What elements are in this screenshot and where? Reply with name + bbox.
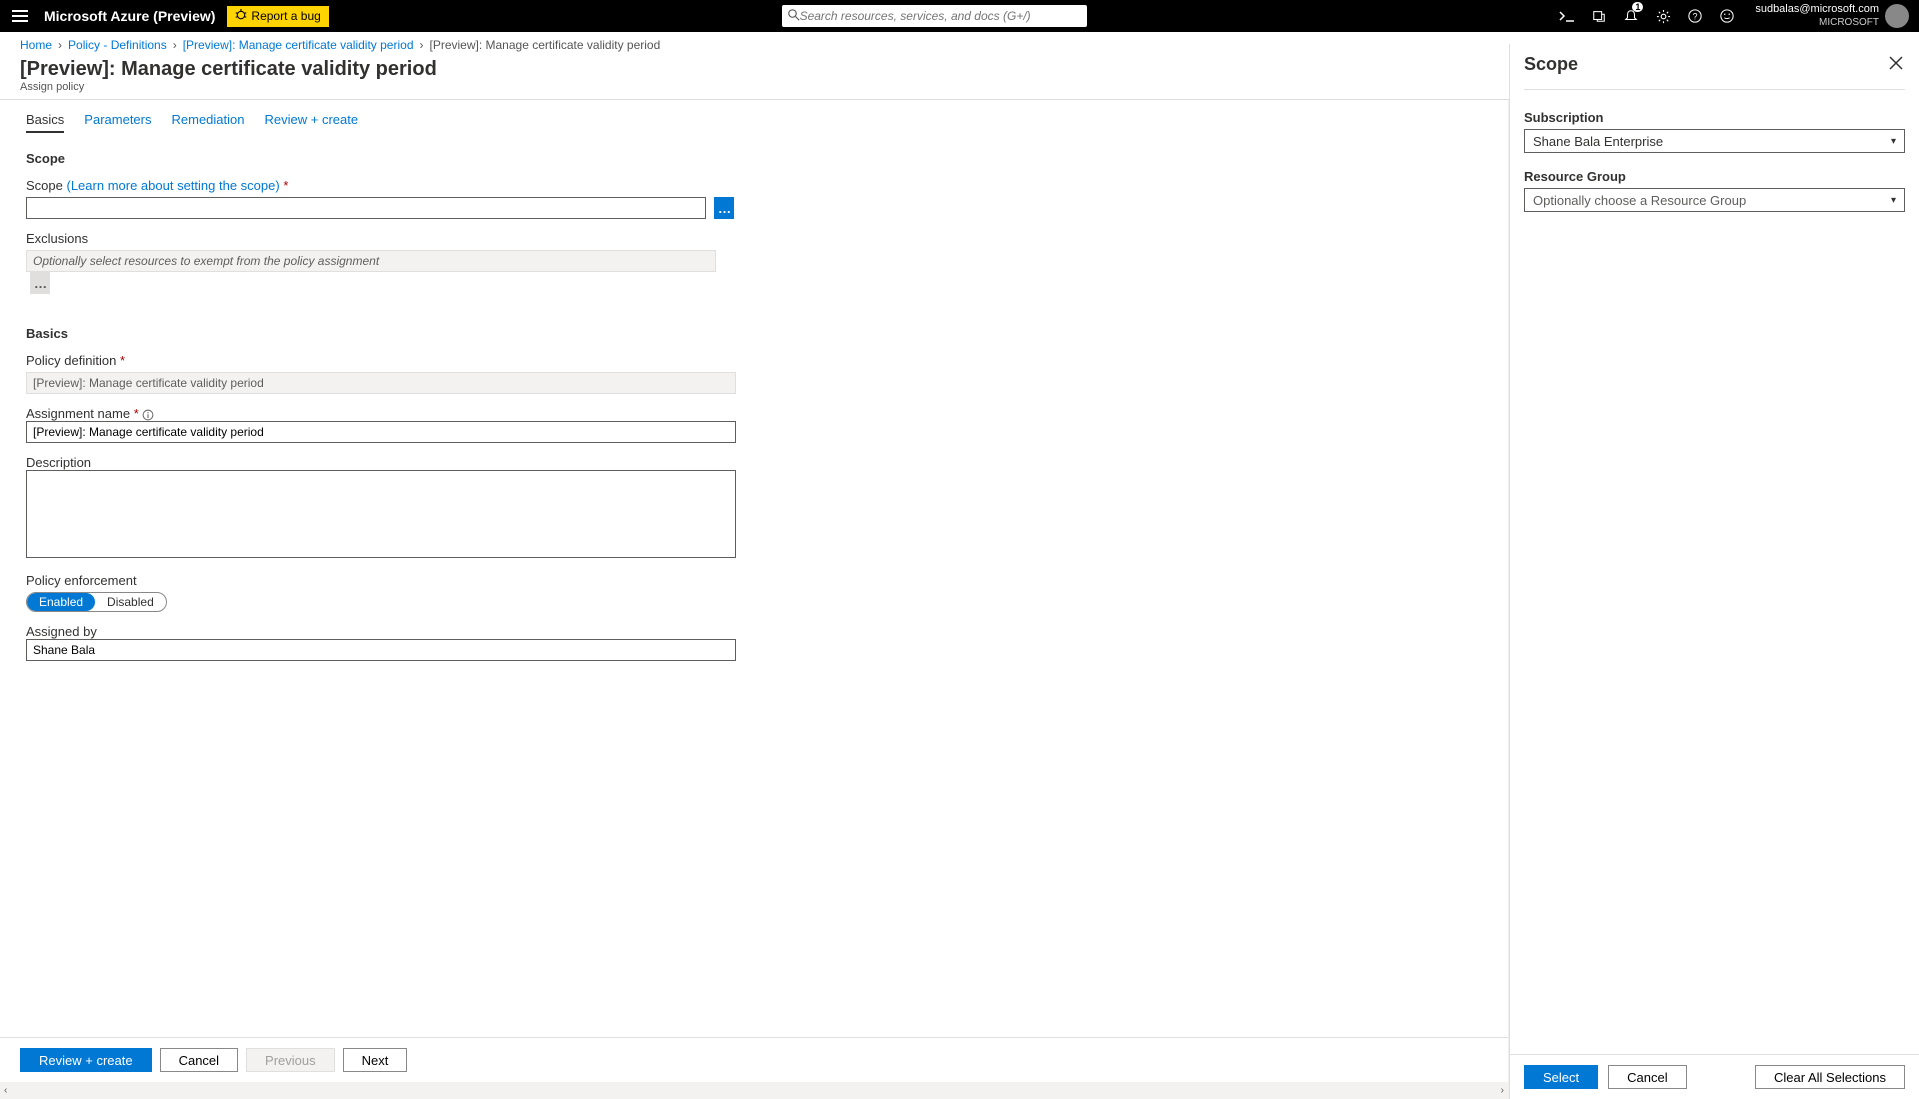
menu-icon[interactable] [0,0,40,32]
notifications-icon[interactable]: 1 [1615,0,1647,32]
scope-learn-more-link[interactable]: (Learn more about setting the scope) [67,178,280,193]
settings-icon[interactable] [1647,0,1679,32]
subscription-label: Subscription [1524,110,1905,125]
cancel-button[interactable]: Cancel [160,1048,238,1072]
search-icon [788,9,800,24]
bug-icon [235,9,247,24]
assigned-by-label: Assigned by [26,624,734,639]
assigned-by-input[interactable] [26,639,736,661]
scope-panel: Scope Subscription Shane Bala Enterprise… [1509,44,1919,1099]
search-input[interactable] [800,9,1087,23]
avatar[interactable] [1885,4,1909,28]
description-label: Description [26,455,734,470]
exclusions-box: Optionally select resources to exempt fr… [26,250,716,272]
top-bar: Microsoft Azure (Preview) Report a bug 1… [0,0,1919,32]
account-info[interactable]: sudbalas@microsoft.com MICROSOFT [1743,3,1885,28]
assignment-name-label: Assignment name * [26,406,734,421]
tab-review[interactable]: Review + create [265,108,359,133]
subscription-dropdown[interactable]: Shane Bala Enterprise ▾ [1524,129,1905,153]
brand-title: Microsoft Azure (Preview) [40,8,219,24]
enforcement-toggle[interactable]: Enabled Disabled [26,592,167,612]
resource-group-label: Resource Group [1524,169,1905,184]
toggle-disabled[interactable]: Disabled [95,593,166,611]
global-search[interactable] [782,5,1087,27]
help-icon[interactable]: ? [1679,0,1711,32]
breadcrumb-current: [Preview]: Manage certificate validity p… [430,38,661,52]
main-content: Basics Parameters Remediation Review + c… [0,100,1509,1099]
breadcrumb-preview[interactable]: [Preview]: Manage certificate validity p… [183,38,414,52]
main-footer: Review + create Cancel Previous Next [0,1037,1508,1082]
topbar-actions: 1 ? sudbalas@microsoft.com MICROSOFT [1551,0,1919,32]
tab-basics[interactable]: Basics [26,108,64,133]
clear-selections-button[interactable]: Clear All Selections [1755,1065,1905,1089]
description-input[interactable] [26,470,736,558]
notification-badge: 1 [1632,2,1643,12]
cloudshell-icon[interactable] [1551,0,1583,32]
panel-cancel-button[interactable]: Cancel [1608,1065,1686,1089]
review-create-button[interactable]: Review + create [20,1048,152,1072]
tab-list: Basics Parameters Remediation Review + c… [26,100,734,133]
chevron-down-icon: ▾ [1891,195,1896,206]
enforcement-label: Policy enforcement [26,573,734,588]
close-icon[interactable] [1887,54,1905,77]
panel-title: Scope [1524,54,1578,75]
report-bug-button[interactable]: Report a bug [227,6,328,27]
directory-icon[interactable] [1583,0,1615,32]
select-button[interactable]: Select [1524,1065,1598,1089]
info-icon[interactable] [142,409,154,421]
scope-input[interactable] [26,197,706,219]
tab-parameters[interactable]: Parameters [84,108,151,133]
tab-remediation[interactable]: Remediation [172,108,245,133]
scope-picker-button[interactable]: … [714,197,734,219]
horizontal-scrollbar[interactable]: ‹› [0,1082,1508,1099]
scope-label: Scope (Learn more about setting the scop… [26,178,734,193]
assignment-name-input[interactable] [26,421,736,443]
policy-definition-label: Policy definition * [26,353,734,368]
exclusions-label: Exclusions [26,231,734,246]
panel-footer: Select Cancel Clear All Selections [1510,1054,1919,1099]
exclusions-picker-button: … [30,272,50,294]
next-button[interactable]: Next [343,1048,408,1072]
breadcrumb-home[interactable]: Home [20,38,52,52]
feedback-icon[interactable] [1711,0,1743,32]
basics-section-header: Basics [26,326,734,341]
previous-button: Previous [246,1048,335,1072]
chevron-down-icon: ▾ [1891,136,1896,147]
resource-group-dropdown[interactable]: Optionally choose a Resource Group ▾ [1524,188,1905,212]
breadcrumb-policy[interactable]: Policy - Definitions [68,38,167,52]
toggle-enabled[interactable]: Enabled [27,593,95,611]
svg-text:?: ? [1693,12,1698,22]
policy-definition-value: [Preview]: Manage certificate validity p… [26,372,736,394]
scope-section-header: Scope [26,151,734,166]
